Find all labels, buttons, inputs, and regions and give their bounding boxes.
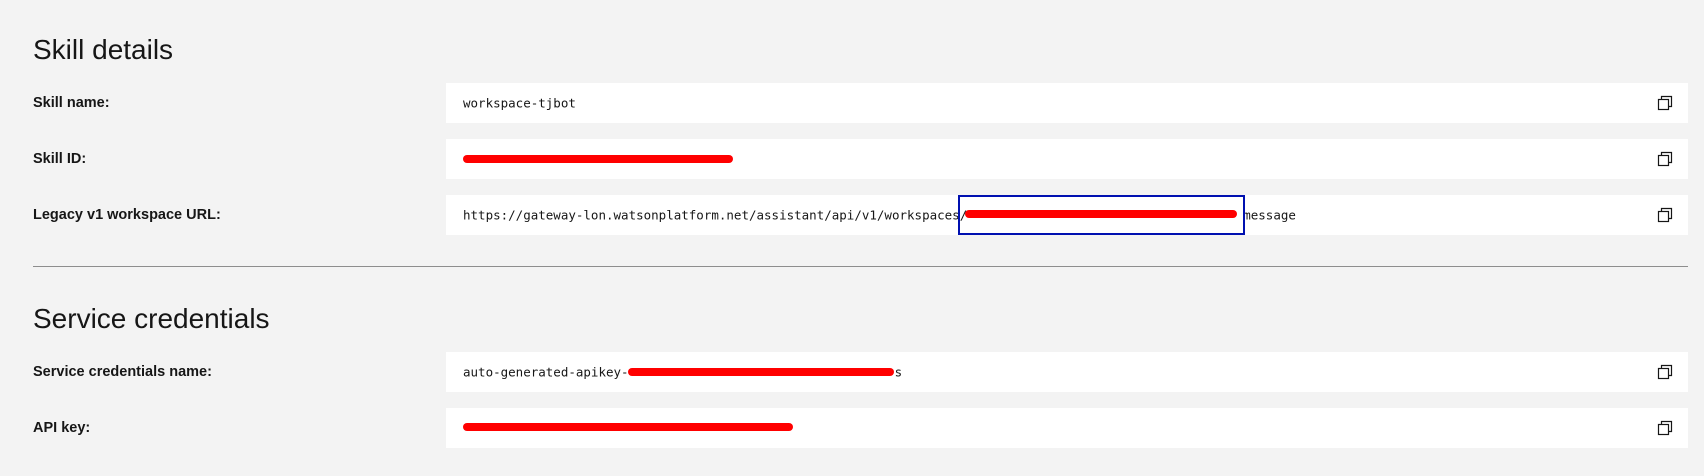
copy-skill-id-button[interactable] bbox=[1654, 148, 1676, 170]
copy-icon bbox=[1657, 151, 1673, 167]
copy-credentials-name-button[interactable] bbox=[1654, 361, 1676, 383]
copy-legacy-url-button[interactable] bbox=[1654, 204, 1676, 226]
redaction-mark bbox=[463, 155, 733, 163]
redaction-mark bbox=[628, 368, 894, 376]
skill-details-title: Skill details bbox=[33, 34, 174, 65]
service-credentials-title: Service credentials bbox=[33, 303, 270, 334]
skill-id-label: Skill ID: bbox=[33, 151, 87, 167]
credentials-name-label: Service credentials name: bbox=[33, 364, 212, 380]
redaction-mark bbox=[463, 423, 793, 431]
copy-skill-name-button[interactable] bbox=[1654, 92, 1676, 114]
api-key-field bbox=[446, 408, 1688, 448]
skill-name-label: Skill name: bbox=[33, 95, 110, 111]
copy-api-key-button[interactable] bbox=[1654, 417, 1676, 439]
page: Skill details Skill name: workspace-tjbo… bbox=[0, 0, 1704, 476]
copy-icon bbox=[1657, 207, 1673, 223]
legacy-url-field: https://gateway-lon.watsonplatform.net/a… bbox=[446, 195, 1688, 235]
skill-id-field bbox=[446, 139, 1688, 179]
credentials-name-suffix: s bbox=[894, 364, 903, 380]
highlight-box bbox=[958, 195, 1245, 235]
legacy-url-suffix: message bbox=[1243, 207, 1296, 223]
credentials-name-field: auto-generated-apikey-s bbox=[446, 352, 1688, 392]
credentials-name-prefix: auto-generated-apikey- bbox=[463, 364, 629, 380]
copy-icon bbox=[1657, 420, 1673, 436]
skill-name-value: workspace-tjbot bbox=[463, 95, 576, 111]
api-key-label: API key: bbox=[33, 420, 91, 436]
section-divider bbox=[33, 266, 1688, 267]
skill-name-field: workspace-tjbot bbox=[446, 83, 1688, 123]
copy-icon bbox=[1657, 95, 1673, 111]
legacy-url-label: Legacy v1 workspace URL: bbox=[33, 207, 221, 223]
copy-icon bbox=[1657, 364, 1673, 380]
legacy-url-prefix: https://gateway-lon.watsonplatform.net/a… bbox=[463, 207, 968, 223]
